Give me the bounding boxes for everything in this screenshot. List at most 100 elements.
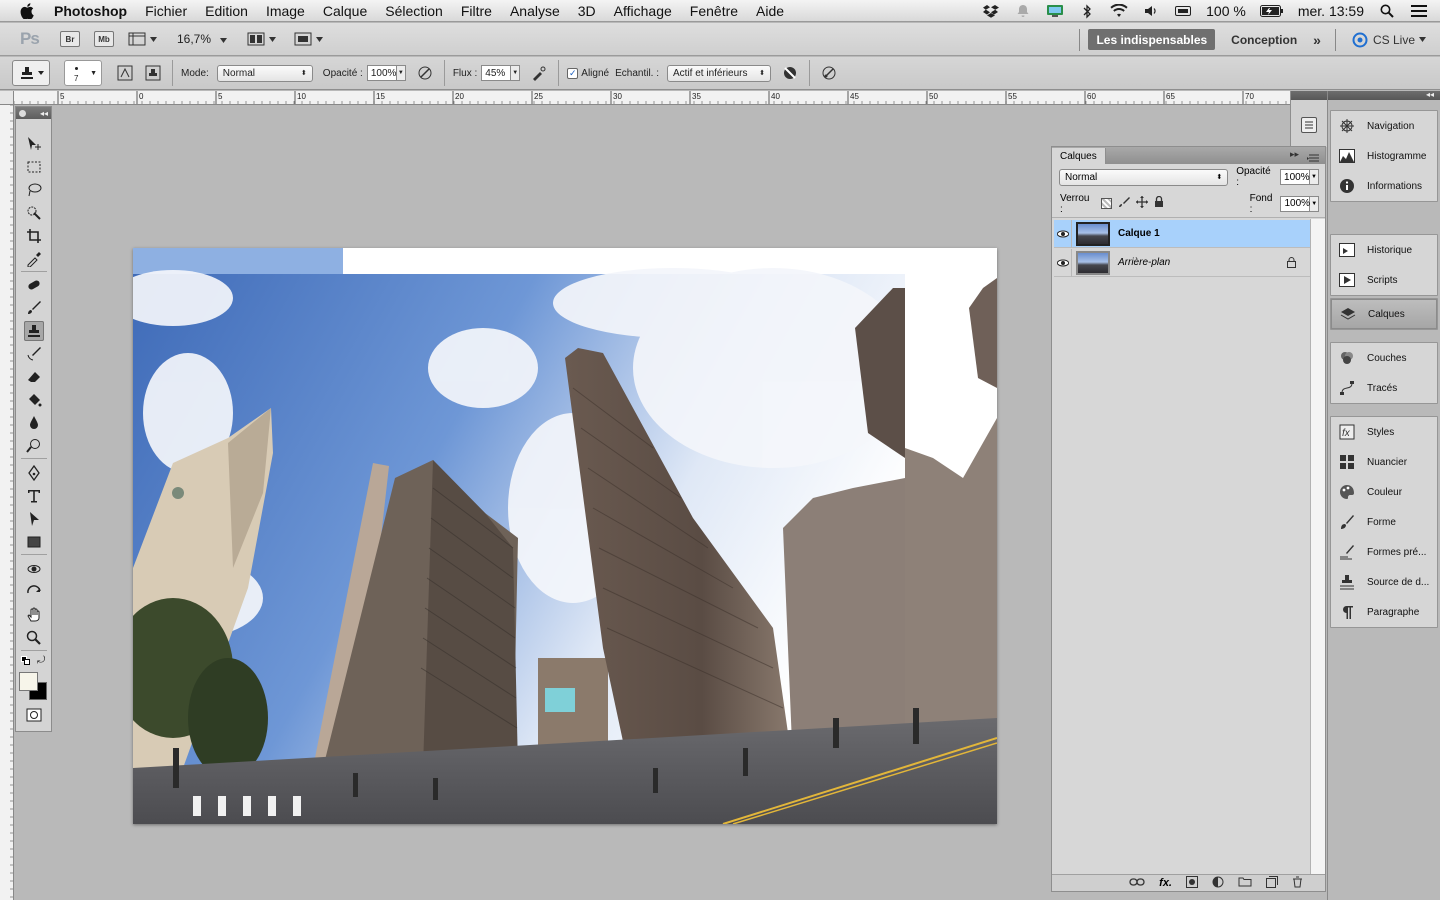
- lock-image-pixels-icon[interactable]: [1118, 196, 1130, 211]
- workspace-design-button[interactable]: Conception: [1223, 29, 1305, 50]
- clock[interactable]: mer. 13:59: [1298, 3, 1364, 19]
- ignore-adjustment-layers-icon[interactable]: [781, 64, 799, 82]
- rectangle-tool[interactable]: [24, 532, 44, 552]
- menu-image[interactable]: Image: [257, 3, 314, 19]
- eraser-tool[interactable]: [24, 367, 44, 387]
- opacity-slider-toggle[interactable]: ▼: [396, 65, 406, 81]
- blur-tool[interactable]: [24, 413, 44, 433]
- marquee-tool[interactable]: [24, 157, 44, 177]
- layer-row-arriere-plan[interactable]: Arrière-plan: [1054, 248, 1310, 277]
- document-canvas[interactable]: [133, 248, 997, 824]
- keyboard-icon[interactable]: [1174, 3, 1192, 19]
- dock-item-histogramme[interactable]: Histogramme: [1331, 141, 1437, 171]
- quick-selection-tool[interactable]: [24, 203, 44, 223]
- panel-strip-header[interactable]: [1291, 91, 1327, 100]
- menu-affichage[interactable]: Affichage: [605, 3, 681, 19]
- crop-tool[interactable]: [24, 226, 44, 246]
- dodge-tool[interactable]: [24, 436, 44, 456]
- link-layers-icon[interactable]: [1129, 877, 1145, 890]
- collapse-panel-icon[interactable]: ▸▸: [1290, 149, 1299, 160]
- history-brush-tool[interactable]: [24, 344, 44, 364]
- menu-fenetre[interactable]: Fenêtre: [681, 3, 747, 19]
- cs-live-button[interactable]: CS Live: [1344, 29, 1440, 50]
- new-layer-icon[interactable]: [1266, 875, 1278, 891]
- mode-select[interactable]: Normal ⬍: [216, 64, 313, 82]
- menu-aide[interactable]: Aide: [747, 3, 793, 19]
- panel-options-icon[interactable]: [1301, 117, 1317, 133]
- zoom-level[interactable]: 16,7%: [177, 32, 228, 46]
- dropbox-icon[interactable]: [982, 3, 1000, 19]
- menu-calque[interactable]: Calque: [314, 3, 376, 19]
- dock-item-navigation[interactable]: Navigation: [1331, 111, 1437, 141]
- dock-item-formes-pre[interactable]: Formes pré...: [1331, 537, 1437, 567]
- menu-fichier[interactable]: Fichier: [136, 3, 196, 19]
- tools-panel-header[interactable]: ◂◂: [16, 107, 51, 119]
- battery-icon[interactable]: [1259, 3, 1284, 19]
- dock-item-historique[interactable]: Historique: [1331, 235, 1437, 265]
- menu-selection[interactable]: Sélection: [376, 3, 452, 19]
- dock-item-couches[interactable]: Couches: [1331, 343, 1437, 373]
- notification-icon[interactable]: [1014, 3, 1032, 19]
- visibility-eye-icon[interactable]: [1054, 219, 1072, 248]
- menu-3d[interactable]: 3D: [569, 3, 605, 19]
- dock-item-nuancier[interactable]: Nuancier: [1331, 447, 1437, 477]
- opacity-input[interactable]: 100%: [366, 65, 397, 81]
- pressure-opacity-icon[interactable]: [416, 64, 434, 82]
- brush-tool[interactable]: [24, 298, 44, 318]
- hand-tool[interactable]: [24, 605, 44, 625]
- fill-input[interactable]: 100%: [1280, 195, 1311, 212]
- blend-mode-select[interactable]: Normal ⬍: [1059, 168, 1229, 186]
- workspace-essentials-button[interactable]: Les indispensables: [1088, 29, 1216, 50]
- pen-tool[interactable]: [24, 463, 44, 483]
- notification-center-icon[interactable]: [1410, 3, 1428, 19]
- lock-position-icon[interactable]: [1135, 196, 1148, 211]
- clone-stamp-tool[interactable]: [24, 321, 44, 341]
- wifi-icon[interactable]: [1110, 3, 1128, 19]
- sample-select[interactable]: Actif et inférieurs ⬍: [667, 64, 772, 82]
- flux-input[interactable]: 45%: [481, 65, 512, 81]
- collapse-dock-icon[interactable]: ◂◂: [1426, 90, 1434, 99]
- lasso-tool[interactable]: [24, 180, 44, 200]
- dock-item-traces[interactable]: Tracés: [1331, 373, 1437, 403]
- menu-edition[interactable]: Edition: [196, 3, 257, 19]
- vertical-ruler[interactable]: [0, 105, 14, 900]
- dock-item-styles[interactable]: fx Styles: [1331, 417, 1437, 447]
- delete-layer-trash-icon[interactable]: [1292, 876, 1303, 891]
- toggle-clone-source-panel-icon[interactable]: [144, 64, 162, 82]
- flux-slider-toggle[interactable]: ▼: [511, 65, 521, 81]
- 3d-orbit-tool[interactable]: [24, 582, 44, 602]
- dock-item-source-de-d[interactable]: Source de d...: [1331, 567, 1437, 597]
- move-tool[interactable]: [24, 134, 44, 154]
- layer-opacity-slider-toggle[interactable]: ▼: [1310, 169, 1319, 185]
- menu-filtre[interactable]: Filtre: [452, 3, 501, 19]
- launch-bridge-button[interactable]: Br: [60, 31, 80, 47]
- fill-slider-toggle[interactable]: ▼: [1310, 195, 1320, 212]
- tab-calques[interactable]: Calques: [1052, 148, 1106, 164]
- layer-name[interactable]: Arrière-plan: [1118, 257, 1170, 268]
- dock-item-calques[interactable]: Calques: [1331, 299, 1437, 329]
- layers-scrollbar[interactable]: [1310, 219, 1325, 875]
- spotlight-search-icon[interactable]: [1378, 3, 1396, 19]
- brush-preset-picker[interactable]: 7 ▼: [64, 60, 102, 86]
- foreground-color-swatch[interactable]: [19, 672, 38, 691]
- collapse-icon[interactable]: ◂◂: [40, 109, 48, 118]
- screen-sharing-icon[interactable]: [1046, 3, 1064, 19]
- layer-style-fx-icon[interactable]: fx.: [1159, 877, 1172, 889]
- apple-icon[interactable]: [16, 0, 38, 22]
- dock-item-scripts[interactable]: Scripts: [1331, 265, 1437, 295]
- ruler-origin[interactable]: [0, 91, 14, 105]
- dock-item-informations[interactable]: Informations: [1331, 171, 1437, 201]
- layer-name[interactable]: Calque 1: [1118, 228, 1160, 239]
- tool-preset-picker[interactable]: [12, 60, 50, 86]
- menu-app-name[interactable]: Photoshop: [52, 3, 136, 19]
- swap-colors-icon[interactable]: ⤾: [37, 655, 45, 666]
- close-icon[interactable]: [19, 109, 26, 117]
- layer-row-calque-1[interactable]: Calque 1: [1054, 219, 1310, 248]
- bluetooth-icon[interactable]: [1078, 3, 1096, 19]
- panel-menu-icon[interactable]: [1307, 150, 1321, 162]
- lock-transparent-pixels-icon[interactable]: [1101, 198, 1112, 209]
- lock-all-icon[interactable]: [1154, 195, 1164, 211]
- menu-analyse[interactable]: Analyse: [501, 3, 569, 19]
- visibility-eye-icon[interactable]: [1054, 248, 1072, 277]
- spot-healing-tool[interactable]: [24, 275, 44, 295]
